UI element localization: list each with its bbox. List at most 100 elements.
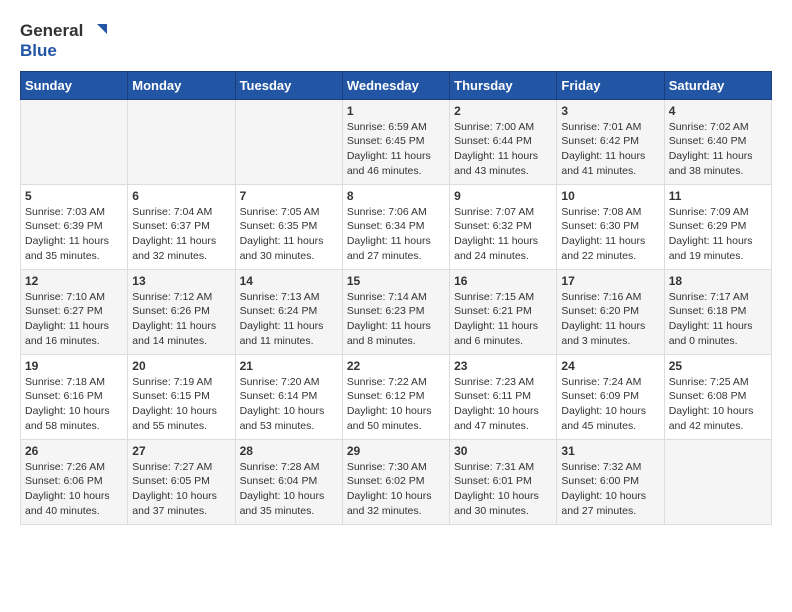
day-number: 8 — [347, 189, 445, 203]
sunrise-text: Sunrise: 7:05 AM — [240, 206, 320, 218]
sunset-text: Sunset: 6:09 PM — [561, 390, 639, 402]
sunset-text: Sunset: 6:30 PM — [561, 220, 639, 232]
day-info: Sunrise: 7:18 AM Sunset: 6:16 PM Dayligh… — [25, 375, 123, 434]
weekday-header: Monday — [128, 71, 235, 99]
logo-wordmark: General Blue — [20, 20, 107, 61]
sunrise-text: Sunrise: 7:06 AM — [347, 206, 427, 218]
calendar-day-cell: 28 Sunrise: 7:28 AM Sunset: 6:04 PM Dayl… — [235, 439, 342, 524]
day-number: 1 — [347, 104, 445, 118]
daylight-text: Daylight: 11 hours and 32 minutes. — [132, 235, 216, 262]
day-info: Sunrise: 7:31 AM Sunset: 6:01 PM Dayligh… — [454, 460, 552, 519]
sunrise-text: Sunrise: 7:12 AM — [132, 291, 212, 303]
daylight-text: Daylight: 11 hours and 8 minutes. — [347, 320, 431, 347]
day-number: 29 — [347, 444, 445, 458]
sunrise-text: Sunrise: 7:03 AM — [25, 206, 105, 218]
day-info: Sunrise: 7:16 AM Sunset: 6:20 PM Dayligh… — [561, 290, 659, 349]
sunrise-text: Sunrise: 7:09 AM — [669, 206, 749, 218]
sunset-text: Sunset: 6:42 PM — [561, 135, 639, 147]
day-number: 5 — [25, 189, 123, 203]
day-info: Sunrise: 7:13 AM Sunset: 6:24 PM Dayligh… — [240, 290, 338, 349]
day-number: 20 — [132, 359, 230, 373]
daylight-text: Daylight: 10 hours and 55 minutes. — [132, 405, 217, 432]
daylight-text: Daylight: 11 hours and 16 minutes. — [25, 320, 109, 347]
daylight-text: Daylight: 10 hours and 47 minutes. — [454, 405, 539, 432]
calendar-day-cell: 26 Sunrise: 7:26 AM Sunset: 6:06 PM Dayl… — [21, 439, 128, 524]
sunset-text: Sunset: 6:26 PM — [132, 305, 210, 317]
sunset-text: Sunset: 6:16 PM — [25, 390, 103, 402]
day-number: 16 — [454, 274, 552, 288]
day-number: 10 — [561, 189, 659, 203]
weekday-row: SundayMondayTuesdayWednesdayThursdayFrid… — [21, 71, 772, 99]
day-info: Sunrise: 7:06 AM Sunset: 6:34 PM Dayligh… — [347, 205, 445, 264]
sunset-text: Sunset: 6:14 PM — [240, 390, 318, 402]
sunset-text: Sunset: 6:05 PM — [132, 475, 210, 487]
weekday-header: Friday — [557, 71, 664, 99]
calendar-day-cell: 24 Sunrise: 7:24 AM Sunset: 6:09 PM Dayl… — [557, 354, 664, 439]
sunrise-text: Sunrise: 7:08 AM — [561, 206, 641, 218]
day-number: 13 — [132, 274, 230, 288]
weekday-header: Sunday — [21, 71, 128, 99]
daylight-text: Daylight: 11 hours and 38 minutes. — [669, 150, 753, 177]
day-info: Sunrise: 7:26 AM Sunset: 6:06 PM Dayligh… — [25, 460, 123, 519]
day-number: 28 — [240, 444, 338, 458]
calendar-day-cell: 22 Sunrise: 7:22 AM Sunset: 6:12 PM Dayl… — [342, 354, 449, 439]
day-info: Sunrise: 7:24 AM Sunset: 6:09 PM Dayligh… — [561, 375, 659, 434]
sunrise-text: Sunrise: 7:04 AM — [132, 206, 212, 218]
sunrise-text: Sunrise: 7:23 AM — [454, 376, 534, 388]
calendar-day-cell: 30 Sunrise: 7:31 AM Sunset: 6:01 PM Dayl… — [450, 439, 557, 524]
day-number: 22 — [347, 359, 445, 373]
sunset-text: Sunset: 6:21 PM — [454, 305, 532, 317]
calendar-day-cell: 29 Sunrise: 7:30 AM Sunset: 6:02 PM Dayl… — [342, 439, 449, 524]
calendar-day-cell: 16 Sunrise: 7:15 AM Sunset: 6:21 PM Dayl… — [450, 269, 557, 354]
weekday-header: Thursday — [450, 71, 557, 99]
calendar-week-row: 19 Sunrise: 7:18 AM Sunset: 6:16 PM Dayl… — [21, 354, 772, 439]
logo-blue: Blue — [20, 41, 57, 60]
daylight-text: Daylight: 11 hours and 3 minutes. — [561, 320, 645, 347]
sunset-text: Sunset: 6:40 PM — [669, 135, 747, 147]
calendar-day-cell: 14 Sunrise: 7:13 AM Sunset: 6:24 PM Dayl… — [235, 269, 342, 354]
day-number: 2 — [454, 104, 552, 118]
sunset-text: Sunset: 6:34 PM — [347, 220, 425, 232]
calendar-day-cell: 12 Sunrise: 7:10 AM Sunset: 6:27 PM Dayl… — [21, 269, 128, 354]
daylight-text: Daylight: 11 hours and 14 minutes. — [132, 320, 216, 347]
calendar-day-cell: 1 Sunrise: 6:59 AM Sunset: 6:45 PM Dayli… — [342, 99, 449, 184]
day-info: Sunrise: 7:02 AM Sunset: 6:40 PM Dayligh… — [669, 120, 767, 179]
daylight-text: Daylight: 11 hours and 30 minutes. — [240, 235, 324, 262]
sunrise-text: Sunrise: 7:27 AM — [132, 461, 212, 473]
calendar-day-cell — [235, 99, 342, 184]
daylight-text: Daylight: 11 hours and 6 minutes. — [454, 320, 538, 347]
sunrise-text: Sunrise: 7:02 AM — [669, 121, 749, 133]
logo-arrow-icon — [85, 20, 107, 42]
daylight-text: Daylight: 10 hours and 37 minutes. — [132, 490, 217, 517]
day-info: Sunrise: 7:28 AM Sunset: 6:04 PM Dayligh… — [240, 460, 338, 519]
sunrise-text: Sunrise: 7:32 AM — [561, 461, 641, 473]
daylight-text: Daylight: 11 hours and 41 minutes. — [561, 150, 645, 177]
day-info: Sunrise: 7:05 AM Sunset: 6:35 PM Dayligh… — [240, 205, 338, 264]
sunset-text: Sunset: 6:06 PM — [25, 475, 103, 487]
day-number: 17 — [561, 274, 659, 288]
day-info: Sunrise: 7:23 AM Sunset: 6:11 PM Dayligh… — [454, 375, 552, 434]
day-number: 7 — [240, 189, 338, 203]
calendar-day-cell: 4 Sunrise: 7:02 AM Sunset: 6:40 PM Dayli… — [664, 99, 771, 184]
daylight-text: Daylight: 11 hours and 35 minutes. — [25, 235, 109, 262]
sunrise-text: Sunrise: 7:13 AM — [240, 291, 320, 303]
sunrise-text: Sunrise: 7:07 AM — [454, 206, 534, 218]
calendar-day-cell: 20 Sunrise: 7:19 AM Sunset: 6:15 PM Dayl… — [128, 354, 235, 439]
sunrise-text: Sunrise: 7:26 AM — [25, 461, 105, 473]
calendar-day-cell — [21, 99, 128, 184]
calendar-day-cell: 8 Sunrise: 7:06 AM Sunset: 6:34 PM Dayli… — [342, 184, 449, 269]
calendar-day-cell: 9 Sunrise: 7:07 AM Sunset: 6:32 PM Dayli… — [450, 184, 557, 269]
weekday-header: Saturday — [664, 71, 771, 99]
daylight-text: Daylight: 11 hours and 11 minutes. — [240, 320, 324, 347]
daylight-text: Daylight: 10 hours and 35 minutes. — [240, 490, 325, 517]
day-number: 19 — [25, 359, 123, 373]
day-info: Sunrise: 7:10 AM Sunset: 6:27 PM Dayligh… — [25, 290, 123, 349]
daylight-text: Daylight: 10 hours and 58 minutes. — [25, 405, 110, 432]
day-info: Sunrise: 7:14 AM Sunset: 6:23 PM Dayligh… — [347, 290, 445, 349]
sunset-text: Sunset: 6:04 PM — [240, 475, 318, 487]
calendar-day-cell: 5 Sunrise: 7:03 AM Sunset: 6:39 PM Dayli… — [21, 184, 128, 269]
calendar-day-cell: 13 Sunrise: 7:12 AM Sunset: 6:26 PM Dayl… — [128, 269, 235, 354]
sunset-text: Sunset: 6:02 PM — [347, 475, 425, 487]
day-info: Sunrise: 7:15 AM Sunset: 6:21 PM Dayligh… — [454, 290, 552, 349]
day-number: 27 — [132, 444, 230, 458]
